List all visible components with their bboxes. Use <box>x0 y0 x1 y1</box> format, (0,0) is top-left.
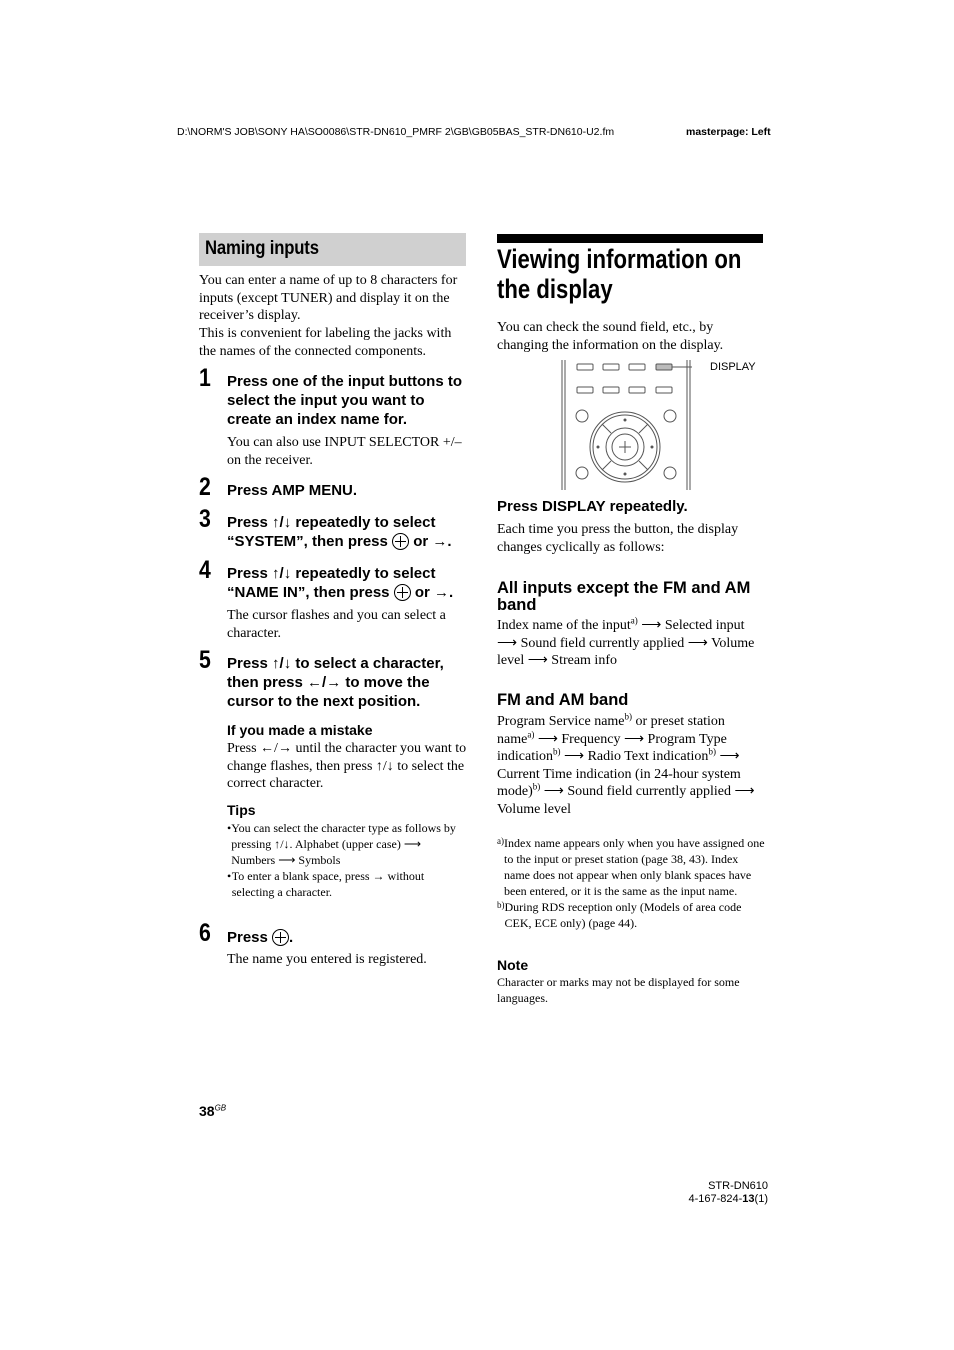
tip-item: • To enter a blank space, press → without… <box>227 869 425 899</box>
fm-am-sequence: Program Service nameb) or preset station… <box>497 711 755 817</box>
step-5-title: Press ↑/↓ to select a character, then pr… <box>227 655 444 710</box>
section-title: Naming inputs <box>205 238 319 259</box>
fm-am-heading: FM and AM band <box>497 691 629 709</box>
intro-paragraph-2: This is convenient for labeling the jack… <box>199 326 452 359</box>
masterpage-label: masterpage: Left <box>686 126 771 138</box>
step-3-text-end: or →. <box>413 533 452 550</box>
step-1-title: Press one of the input buttons to select… <box>227 373 462 428</box>
instruction-text: Each time you press the button, the disp… <box>497 522 739 555</box>
all-inputs-heading: All inputs except the FM and AM band <box>497 579 751 614</box>
mistake-heading: If you made a mistake <box>227 722 373 738</box>
display-button-label: DISPLAY <box>710 361 756 373</box>
step-6-title: Press . <box>227 928 293 947</box>
right-intro: You can check the sound field, etc., by … <box>497 320 724 353</box>
intro-paragraph-1: You can enter a name of up to 8 characte… <box>199 273 458 323</box>
tip-item: • You can select the character type as fo… <box>227 821 456 867</box>
tips-heading: Tips <box>227 802 256 818</box>
step-number: 3 <box>199 505 211 533</box>
section-rule <box>497 234 763 243</box>
footnotes: a) Index name appears only when you have … <box>497 835 765 931</box>
step-4-text-end: or →. <box>414 584 454 601</box>
enter-button-icon <box>393 584 411 601</box>
step-number: 4 <box>199 556 211 584</box>
tips-list: • You can select the character type as fo… <box>227 820 467 900</box>
footnote-b: b) During RDS reception only (Models of a… <box>497 900 742 930</box>
enter-button-icon <box>392 533 410 550</box>
note-heading: Note <box>497 957 529 973</box>
enter-button-icon <box>272 929 290 946</box>
instruction-heading: Press DISPLAY repeatedly. <box>497 498 688 515</box>
step-4-note: The cursor flashes and you can select a … <box>227 608 446 641</box>
step-number: 5 <box>199 646 211 674</box>
step-6-text: Press <box>227 929 268 946</box>
footnote-a: a) Index name appears only when you have … <box>497 836 765 898</box>
page-title: Viewing information on the display <box>497 244 742 304</box>
file-path: D:\NORM'S JOB\SONY HA\SO0086\STR-DN610_P… <box>177 126 615 138</box>
note-text: Character or marks may not be displayed … <box>497 975 740 1005</box>
step-2-title: Press AMP MENU. <box>227 482 358 499</box>
step-1-note: You can also use INPUT SELECTOR +/– on t… <box>227 435 462 468</box>
step-4-title: Press ↑/↓ repeatedly to select “NAME IN”… <box>227 564 477 602</box>
remote-control-icon <box>561 360 706 490</box>
step-3-title: Press ↑/↓ repeatedly to select “SYSTEM”,… <box>227 513 477 551</box>
page-number: 38GB <box>199 1103 227 1119</box>
model-info: STR-DN610 4-167-824-13(1) <box>688 1180 768 1205</box>
step-6-text-end: . <box>289 929 294 946</box>
step-number: 2 <box>199 473 211 501</box>
mistake-text: Press ←/→ until the character you want t… <box>227 741 467 791</box>
step-number: 1 <box>199 364 211 392</box>
remote-control-illustration <box>560 360 706 490</box>
step-6-note: The name you entered is registered. <box>227 952 427 967</box>
step-number: 6 <box>199 919 211 947</box>
all-inputs-sequence: Index name of the inputa) ⟶ Selected inp… <box>497 615 755 668</box>
